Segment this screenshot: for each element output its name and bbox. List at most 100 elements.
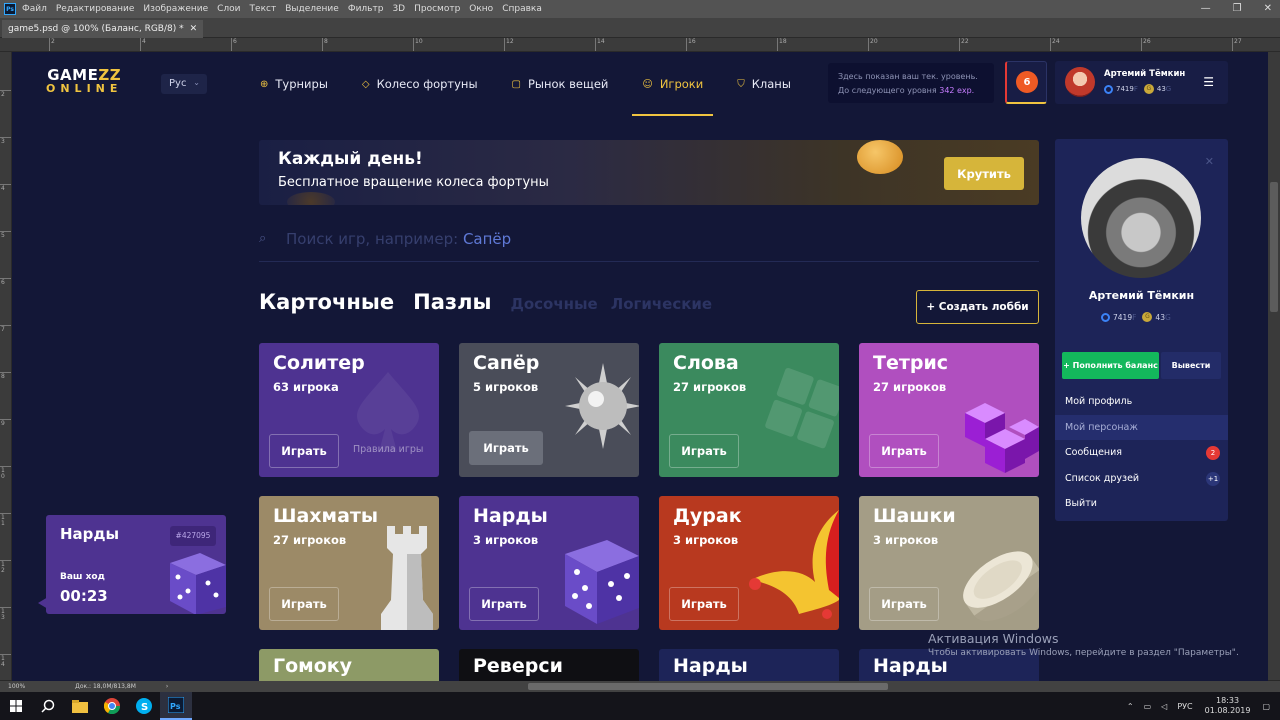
menu-select[interactable]: Выделение [285,4,339,14]
tray-chevron-icon[interactable]: ⌃ [1127,702,1134,711]
nav-clans[interactable]: ⛉ Кланы [727,52,801,116]
search-icon[interactable] [32,692,64,720]
network-icon[interactable]: ▭ [1144,702,1152,711]
horizontal-scrollbar-thumb[interactable] [528,683,888,690]
ruler-tick: 5 [0,231,11,239]
spin-button[interactable]: Крутить [944,157,1024,190]
site-logo[interactable]: GAMEZZ ONLINE [46,68,122,96]
scrollbar-thumb[interactable] [1270,182,1278,312]
coin-decoration [857,140,903,174]
menu-item-character[interactable]: Мой персонаж [1055,414,1228,440]
topup-balance-button[interactable]: + Пополнить баланс [1062,352,1159,379]
card-title: Нарды [473,505,548,527]
menu-layers[interactable]: Слои [217,4,240,14]
menu-3d[interactable]: 3D [392,4,405,14]
play-button[interactable]: Играть [269,434,339,468]
ruler-tick: 8 [322,38,328,51]
game-card-checkers[interactable]: Шашки 3 игроков Играть [859,496,1039,630]
document-tab[interactable]: game5.psd @ 100% (Баланс, RGB/8) * ✕ [2,20,204,38]
menu-filter[interactable]: Фильтр [348,4,384,14]
ruler-tick: 4 [140,38,146,51]
play-button[interactable]: Играть [469,587,539,621]
ruler-tick-label: 22 [961,38,969,45]
game-card-tetris[interactable]: Тетрис 27 игроков Играть [859,343,1039,477]
game-card-minesweeper[interactable]: Сапёр 5 игроков Играть [459,343,639,477]
photoshop-taskbar-icon[interactable]: Ps [160,692,192,720]
play-button[interactable]: Играть [869,587,939,621]
game-card-solitaire[interactable]: Солитер 63 игрока Играть Правила игры [259,343,439,477]
tab-board[interactable]: Досочные [510,295,597,313]
game-card-backgammon-2[interactable]: Нарды [659,649,839,681]
menu-edit[interactable]: Редактирование [56,4,135,14]
nav-tournaments[interactable]: ⊕ Турниры [250,52,338,116]
menu-item-friends[interactable]: Список друзей +1 [1055,466,1228,492]
nav-players[interactable]: ☺ Игроки [632,52,714,116]
clock-date: 01.08.2019 [1204,706,1251,715]
menu-image[interactable]: Изображение [143,4,208,14]
status-arrow-icon[interactable]: › [166,683,168,690]
menu-item-logout[interactable]: Выйти [1055,491,1228,517]
tab-cards[interactable]: Карточные [259,290,394,314]
game-card-words[interactable]: Слова 27 игроков Играть [659,343,839,477]
balance-gold: 43 [1156,85,1166,93]
tab-logic[interactable]: Логические [611,295,712,313]
menu-item-label: Список друзей [1065,472,1140,484]
level-badge[interactable]: 6 [1005,61,1047,104]
hamburger-menu-icon[interactable]: ☰ [1203,75,1214,89]
ruler-tick-label: 3 [1,138,5,145]
nav-label: Игроки [659,77,704,91]
close-icon[interactable]: ✕ [1205,155,1214,168]
ruler-tick: 2 [49,38,55,51]
game-card-backgammon[interactable]: Нарды 3 игроков Играть [459,496,639,630]
game-card-reversi[interactable]: Реверси [459,649,639,681]
menu-help[interactable]: Справка [502,4,542,14]
restore-icon[interactable]: ❐ [1233,3,1242,14]
game-card-chess[interactable]: Шахматы 27 игроков Играть [259,496,439,630]
card-players: 27 игроков [673,380,747,394]
zoom-level[interactable]: 100% [8,683,25,690]
file-explorer-icon[interactable] [64,692,96,720]
close-window-icon[interactable]: ✕ [1264,3,1272,14]
play-button[interactable]: Играть [269,587,339,621]
menu-text[interactable]: Текст [250,4,277,14]
profile-photo[interactable] [1081,158,1201,278]
play-button[interactable]: Играть [469,431,543,465]
menu-window[interactable]: Окно [469,4,493,14]
clock[interactable]: 18:33 01.08.2019 [1205,696,1251,716]
withdraw-button[interactable]: Вывести [1161,352,1221,379]
menu-item-messages[interactable]: Сообщения 2 [1055,440,1228,466]
vertical-scrollbar[interactable] [1268,52,1280,680]
nav-market[interactable]: ▢ Рынок вещей [502,52,619,116]
game-search[interactable]: ⌕ Поиск игр, например: Сапёр [259,222,1039,262]
play-button[interactable]: Играть [669,587,739,621]
nav-fortune-wheel[interactable]: ◇ Колесо фортуны [352,52,488,116]
language-select[interactable]: Рус ⌄ [161,74,207,94]
chrome-icon[interactable] [96,692,128,720]
notifications-icon[interactable]: ▢ [1262,702,1270,711]
ruler-tick: 7 [0,325,11,333]
activation-text: Чтобы активировать Windows, перейдите в … [928,648,1239,658]
create-lobby-button[interactable]: + Создать лобби [916,290,1039,324]
active-game-widget[interactable]: Нарды #427095 Ваш ход 00:23 [46,515,226,614]
play-button[interactable]: Играть [669,434,739,468]
menu-view[interactable]: Просмотр [414,4,460,14]
user-header-card[interactable]: Артемий Тёмкин 7419 F G 43 G ☰ [1055,61,1228,104]
rules-link[interactable]: Правила игры [353,444,423,455]
volume-icon[interactable]: ◁ [1161,702,1167,711]
ruler-tick: 3 [0,137,11,145]
minimize-icon[interactable]: — [1201,3,1211,14]
search-example[interactable]: Сапёр [463,230,511,248]
play-button[interactable]: Играть [869,434,939,468]
skype-icon[interactable]: S [128,692,160,720]
windows-start-icon[interactable] [0,692,32,720]
close-tab-icon[interactable]: ✕ [190,24,198,34]
menu-item-profile[interactable]: Мой профиль [1055,389,1228,415]
game-card-gomoku[interactable]: Гомоку [259,649,439,681]
avatar[interactable] [1065,67,1095,97]
gold-coin-icon: G [1143,84,1154,94]
menu-file[interactable]: Файл [22,4,47,14]
game-card-durak[interactable]: Дурак 3 игроков Играть [659,496,839,630]
photoshop-logo-icon[interactable]: Ps [4,3,16,15]
input-language[interactable]: РУС [1177,702,1192,711]
tab-puzzles[interactable]: Пазлы [413,290,491,314]
